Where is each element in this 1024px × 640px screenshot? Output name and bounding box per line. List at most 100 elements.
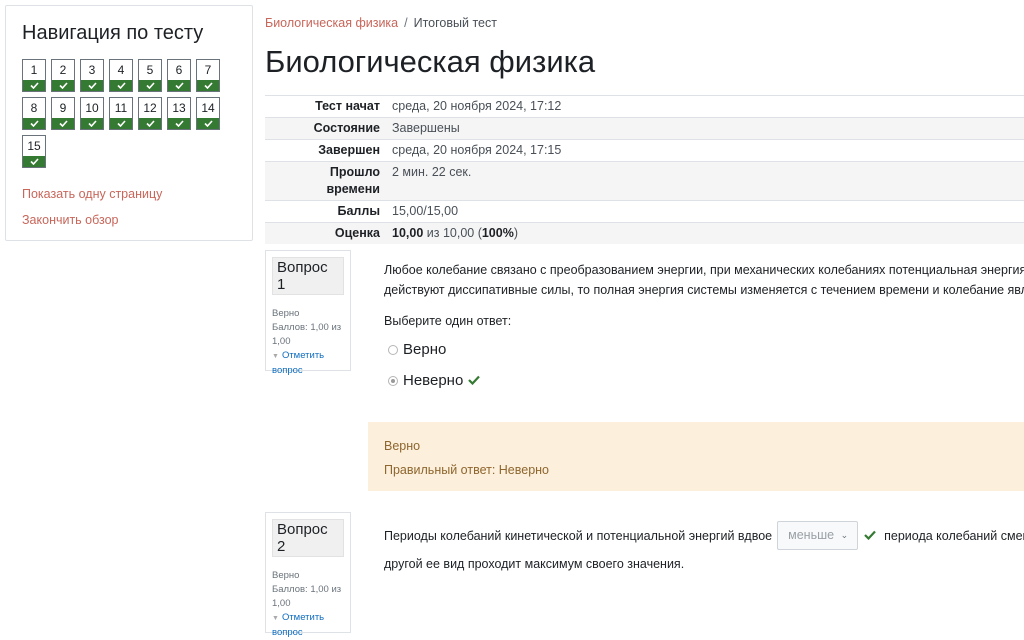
question-text-before: Периоды колебаний кинетической и потенци… (384, 528, 773, 543)
grade-value: 10,00 (392, 226, 424, 240)
flag-question-label: Отметить вопрос (272, 350, 325, 376)
correct-check-icon (139, 118, 161, 129)
question-nav-number: 5 (146, 63, 154, 77)
question-nav-number: 3 (88, 63, 96, 77)
breadcrumb: Биологическая физика / Итоговый тест (265, 16, 497, 30)
summary-label: Состояние (313, 121, 380, 135)
grade-close: ) (513, 226, 519, 240)
finish-review-link[interactable]: Закончить обзор (22, 213, 236, 227)
correct-check-icon (110, 80, 132, 91)
summary-label: Тест начат (315, 99, 380, 113)
answer-option-true[interactable]: Верно (388, 341, 446, 358)
question-info-1: Вопрос 1 Верно Баллов: 1,00 из 1,00 ▼ Отм… (265, 250, 351, 376)
question-nav-button[interactable]: 8 (22, 97, 46, 130)
correct-check-icon (468, 372, 481, 389)
question-marks: Баллов: 1,00 из 1,00 (272, 584, 342, 609)
question-nav-number: 14 (201, 101, 215, 115)
flag-question-link[interactable]: ▼ Отметить вопрос (272, 611, 344, 640)
summary-label: Баллы (337, 204, 381, 218)
flag-icon: ▼ (272, 615, 279, 622)
question-nav-button[interactable]: 9 (51, 97, 75, 130)
correct-check-icon (197, 80, 219, 91)
grade-percent: 100% (481, 226, 514, 240)
breadcrumb-separator: / (404, 16, 408, 30)
question-state: Верно (272, 570, 300, 581)
question-nav-number: 13 (172, 101, 186, 115)
correct-check-icon (168, 118, 190, 129)
correct-check-icon (23, 80, 45, 91)
answer-select[interactable]: меньше ⌄ (777, 521, 859, 550)
question-nav-button[interactable]: 12 (138, 97, 162, 130)
answer-prompt: Выберите один ответ: (384, 314, 512, 328)
summary-row: Прошло времени 2 мин. 22 сек. (265, 161, 1024, 201)
question-nav-button[interactable]: 14 (196, 97, 220, 130)
question-nav-number: 12 (143, 101, 157, 115)
page-title: Биологическая физика (265, 44, 596, 79)
answer-select-value: меньше (788, 528, 835, 542)
question-nav-button[interactable]: 1 (22, 59, 46, 92)
question-marks: Баллов: 1,00 из 1,00 (272, 322, 342, 347)
flag-question-label: Отметить вопрос (272, 612, 325, 638)
question-nav-number: 7 (204, 63, 212, 77)
question-text-line: Любое колебание связано с преобразование… (384, 263, 1024, 277)
question-nav-number: 2 (59, 63, 67, 77)
question-nav-number: 15 (27, 139, 41, 153)
question-nav-number: 6 (175, 63, 183, 77)
question-nav-number: 9 (59, 101, 67, 115)
summary-label: Оценка (334, 226, 380, 240)
summary-label: Прошло времени (326, 165, 380, 196)
grade-of: из 10,00 ( (423, 226, 482, 240)
answer-option-false[interactable]: Неверно (388, 372, 481, 389)
radio-button[interactable] (388, 344, 398, 355)
attempt-summary-table: Тест начат среда, 20 ноября 2024, 17:12 С… (265, 95, 1024, 244)
radio-button-selected[interactable] (388, 375, 398, 386)
question-nav-button[interactable]: 11 (109, 97, 133, 130)
summary-value: среда, 20 ноября 2024, 17:15 (392, 143, 562, 157)
summary-value: Завершены (392, 121, 460, 135)
show-one-page-link[interactable]: Показать одну страницу (22, 187, 236, 201)
quiz-navigation-title: Навигация по тесту (22, 22, 204, 44)
correct-check-icon (139, 80, 161, 91)
summary-row: Завершен среда, 20 ноября 2024, 17:15 (265, 139, 1024, 162)
question-number: Вопрос 2 (272, 519, 344, 557)
question-number: Вопрос 1 (272, 257, 344, 295)
correct-check-icon (110, 118, 132, 129)
summary-value: 10,00 из 10,00 (100%) (386, 223, 1024, 245)
question-nav-number: 10 (85, 101, 99, 115)
question-feedback: Верно Правильный ответ: Неверно (368, 422, 1024, 491)
question-nav-grid: 1 2 3 4 5 6 7 8 9 10 11 12 13 14 15 (22, 59, 230, 173)
question-text-after: периода колебаний смещ (884, 528, 1024, 543)
correct-check-icon (81, 80, 103, 91)
question-info-2: Вопрос 2 Верно Баллов: 1,00 из 1,00 ▼ Отм… (265, 512, 351, 638)
question-nav-number: 1 (30, 63, 38, 77)
summary-value: 15,00/15,00 (392, 204, 459, 218)
correct-check-icon (23, 156, 45, 167)
question-nav-number: 8 (30, 101, 38, 115)
question-nav-button[interactable]: 5 (138, 59, 162, 92)
question-nav-button[interactable]: 2 (51, 59, 75, 92)
question-nav-button[interactable]: 6 (167, 59, 191, 92)
correct-check-icon (52, 80, 74, 91)
correct-check-icon (168, 80, 190, 91)
question-text-line: действуют диссипативные силы, то полная … (384, 283, 1024, 297)
question-nav-button[interactable]: 7 (196, 59, 220, 92)
feedback-state: Верно (384, 439, 421, 453)
question-nav-button[interactable]: 3 (80, 59, 104, 92)
quiz-navigation-block: Навигация по тесту 1 2 3 4 5 6 7 8 9 10 11 12 13 14 15… (5, 5, 253, 241)
question-nav-button[interactable]: 13 (167, 97, 191, 130)
question-nav-number: 11 (114, 101, 128, 115)
breadcrumb-current: Итоговый тест (413, 16, 497, 30)
flag-question-link[interactable]: ▼ Отметить вопрос (272, 349, 344, 378)
summary-row: Баллы 15,00/15,00 (265, 200, 1024, 223)
question-nav-button[interactable]: 15 (22, 135, 46, 168)
correct-check-icon (197, 118, 219, 129)
correct-check-icon (23, 118, 45, 129)
question-text-line: Периоды колебаний кинетической и потенци… (384, 521, 1024, 550)
summary-value: среда, 20 ноября 2024, 17:12 (392, 99, 562, 113)
breadcrumb-course-link[interactable]: Биологическая физика (265, 16, 398, 30)
question-nav-button[interactable]: 4 (109, 59, 133, 92)
question-nav-number: 4 (117, 63, 125, 77)
summary-row: Тест начат среда, 20 ноября 2024, 17:12 (265, 95, 1024, 118)
answer-option-label: Неверно (403, 372, 464, 389)
question-nav-button[interactable]: 10 (80, 97, 104, 130)
